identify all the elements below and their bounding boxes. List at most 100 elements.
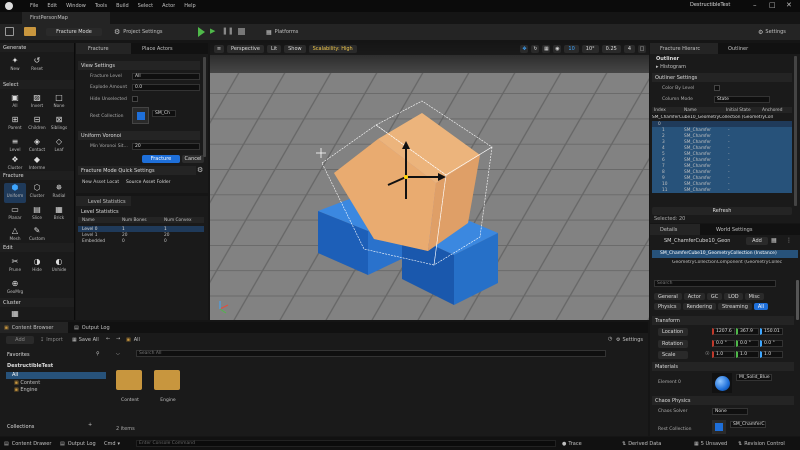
scale-label[interactable]: Scale	[658, 351, 688, 359]
level-stats-section[interactable]: Level Statistics	[78, 207, 204, 216]
history-icon[interactable]: ◷	[608, 336, 612, 342]
scale-x[interactable]: 1.0	[712, 351, 735, 358]
project-header[interactable]: DestructibleTest	[4, 361, 104, 370]
tab-content-browser[interactable]: ▣ Content Browser	[0, 322, 68, 333]
filter-gc[interactable]: GC	[706, 293, 723, 300]
platforms-button[interactable]: ▦ Platforms	[266, 28, 298, 36]
scale-y[interactable]: 1.0	[736, 351, 759, 358]
asset-folder-content[interactable]: Content	[116, 366, 144, 406]
grid-snap-button[interactable]: 10	[564, 45, 579, 53]
tree-all[interactable]: All	[6, 372, 106, 379]
minimize-icon[interactable]: –	[753, 1, 757, 9]
new-asset-dropdown[interactable]: Source Asset Folder	[124, 179, 202, 186]
mode-selector[interactable]: Fracture Mode	[46, 28, 102, 36]
scale-snap-button[interactable]: 0.25	[601, 45, 621, 53]
tool-planar[interactable]: ▭ Planar	[4, 205, 26, 225]
tool-geomerge[interactable]: ⊕ GeoMrg	[4, 279, 26, 299]
list-item[interactable]: 11 SM_Chamfer -	[652, 187, 792, 193]
tab-world-settings[interactable]: World Settings	[702, 224, 772, 235]
content-drawer-button[interactable]: ▤ Content Drawer	[4, 440, 51, 448]
translate-icon[interactable]: ✥	[520, 45, 529, 53]
tool-invert[interactable]: ▨ Invert	[26, 93, 48, 113]
color-by-level-checkbox[interactable]	[714, 85, 720, 91]
tool-reset[interactable]: ↺ Reset	[26, 56, 48, 76]
histogram-toggle[interactable]: ▸ Histogram	[656, 64, 686, 70]
materials-header[interactable]: Materials	[652, 362, 794, 371]
table-row[interactable]: Embedded 0 0	[78, 238, 204, 244]
hierarchy-scrollbar[interactable]	[794, 56, 797, 206]
filter-physics[interactable]: Physics	[654, 303, 681, 310]
camera-speed-button[interactable]: 4	[623, 45, 635, 53]
rotation-label[interactable]: Rotation	[658, 340, 688, 348]
close-icon[interactable]: ✕	[786, 1, 792, 9]
pause-icon[interactable]: ❚❚	[222, 27, 234, 35]
tool-brick[interactable]: ▦ Brick	[48, 205, 70, 225]
lock-scale-icon[interactable]: ☉	[705, 351, 709, 357]
rest-collection-dropdown[interactable]: SM_Ch	[152, 110, 176, 117]
perspective-button[interactable]: Perspective	[227, 45, 264, 53]
tool-cluster[interactable]: ⬡ Cluster	[26, 183, 48, 203]
unsaved-button[interactable]: ▦ 5 Unsaved	[694, 440, 727, 448]
level-stats-tab[interactable]: Level Statistics	[76, 196, 131, 206]
location-z[interactable]: 150.01	[760, 328, 783, 335]
scale-icon[interactable]: ▦	[542, 45, 551, 53]
scale-z[interactable]: 1.0	[760, 351, 783, 358]
nav-back-icon[interactable]: ←	[106, 336, 110, 342]
favorites-header[interactable]: Favorites	[4, 350, 104, 359]
fracture-level-dropdown[interactable]: All	[132, 73, 200, 80]
import-button[interactable]: ↧ Import	[40, 336, 63, 344]
settings-button[interactable]: ⚙ Settings	[758, 28, 786, 36]
location-y[interactable]: 367.9	[736, 328, 759, 335]
project-settings-button[interactable]: ⚙ Project Settings	[114, 28, 163, 36]
filter-icon[interactable]: ⌵	[116, 351, 120, 357]
save-all-button[interactable]: ▦ Save All	[72, 336, 99, 344]
tab-outliner[interactable]: Outliner	[720, 43, 780, 54]
filter-actor[interactable]: Actor	[683, 293, 705, 300]
filter-general[interactable]: General	[654, 293, 682, 300]
section-generate[interactable]: Generate	[0, 43, 74, 52]
tool-siblings[interactable]: ⊠ Siblings	[48, 115, 70, 135]
menu-select[interactable]: Select	[138, 3, 153, 9]
tool-uniform[interactable]: ⬢ Uniform	[4, 183, 26, 203]
hide-unselected-checkbox[interactable]	[132, 96, 138, 102]
revision-control-button[interactable]: ⇅ Revision Control	[738, 440, 785, 448]
tool-none[interactable]: □ None	[48, 93, 70, 113]
tool-parent[interactable]: ⊞ Parent	[4, 115, 26, 135]
details-scrollbar[interactable]	[796, 280, 799, 320]
world-local-icon[interactable]: ◉	[553, 45, 562, 53]
console-input[interactable]: Enter Console Command	[136, 440, 556, 447]
menu-build[interactable]: Build	[116, 3, 129, 9]
location-x[interactable]: 1207.6	[712, 328, 735, 335]
menu-edit[interactable]: Edit	[47, 3, 57, 9]
add-component-button[interactable]: Add	[746, 237, 768, 245]
tab-details[interactable]: Details	[650, 224, 700, 235]
hierarchy-root[interactable]: SM_ChamferCube10_GeometryCollection (Geo…	[652, 115, 792, 120]
material-thumb[interactable]	[712, 373, 732, 393]
component-row[interactable]: GeometryCollectionComponent (GeometryCol…	[652, 260, 798, 265]
filter-rendering[interactable]: Rendering	[682, 303, 717, 310]
level-tab[interactable]: FirstPersonMap	[22, 12, 110, 24]
asset-folder-engine[interactable]: Engine	[154, 366, 182, 406]
material-dropdown[interactable]: MI_Solid_Blue	[736, 374, 772, 381]
stop-icon[interactable]	[238, 28, 245, 35]
tool-children[interactable]: ⊟ Children	[26, 115, 48, 135]
favorites-search-icon[interactable]: ⚲	[96, 351, 100, 357]
menu-file[interactable]: File	[30, 3, 38, 9]
angle-snap-button[interactable]: 10°	[581, 45, 599, 53]
maximize-viewport-icon[interactable]: □	[638, 45, 646, 53]
chaos-physics-header[interactable]: Chaos Physics	[652, 396, 794, 405]
viewport-menu-button[interactable]: ≡	[214, 45, 224, 53]
filter-lod[interactable]: LOD	[724, 293, 743, 300]
viewport[interactable]: ≡ Perspective Lit Show Scalability: High…	[210, 43, 649, 320]
derived-data-button[interactable]: ⇅ Derived Data	[622, 440, 661, 448]
rest-collection-detail-dropdown[interactable]: SM_ChamferC	[730, 421, 766, 428]
output-log-button[interactable]: ▤ Output Log	[60, 440, 96, 448]
section-fracture[interactable]: Fracture	[0, 171, 74, 180]
menu-actor[interactable]: Actor	[162, 3, 175, 9]
tree-engine[interactable]: ▣ Engine	[14, 387, 37, 393]
filter-all[interactable]: All	[753, 303, 769, 310]
tool-cluster-edit[interactable]: ▦	[4, 309, 26, 319]
rest-collection-thumb[interactable]	[132, 107, 149, 124]
menu-tools[interactable]: Tools	[95, 3, 107, 9]
refresh-button[interactable]: Refresh	[652, 207, 792, 215]
